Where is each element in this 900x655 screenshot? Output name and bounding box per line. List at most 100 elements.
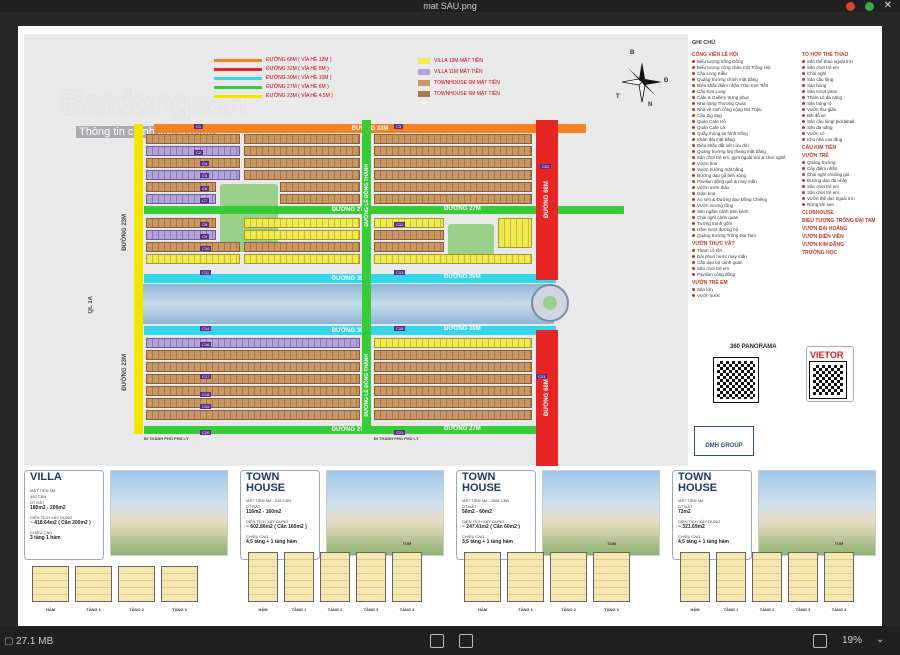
card-spec: 56m2 - 60m2: [462, 509, 493, 515]
type-legend-item: TOWNHOUSE 6M MẶT TIỀN: [418, 78, 500, 89]
house-render-image: [326, 470, 444, 556]
road-30m-a: ĐƯỜNG 30M: [144, 274, 556, 283]
lot-block: [244, 230, 360, 240]
app-icon-2[interactable]: [864, 1, 874, 11]
card-spec: ~ 321.69m2: [678, 524, 705, 530]
legend-section-title: CLUBHOUSE: [802, 210, 834, 216]
card-spec: 492 CĂN: [30, 494, 47, 499]
card-spec: 3,5 tầng + 1 tầng hầm: [462, 539, 513, 545]
lot-block: [374, 410, 532, 420]
type-legend-label: TOWNHOUSE 5M MẶT TIỀN: [434, 91, 500, 97]
card-title: TOWN HOUSE: [246, 471, 286, 494]
type-legend-swatch: [418, 79, 430, 86]
zoom-level[interactable]: 19%: [842, 635, 862, 646]
actual-size-icon[interactable]: [459, 634, 473, 648]
floor-plan: [752, 552, 782, 602]
legend-column-2: TỔ HỢP THỂ THAO Sân thể thao ngoài trời Sâ…: [802, 50, 882, 257]
card-title: TOWN HOUSE: [678, 471, 718, 494]
title-bar: mat SAU.png ✕: [0, 0, 900, 12]
display-mode-icon[interactable]: [813, 634, 827, 648]
card-spec: ~ 602.86m2 ( Căn 160m2 ): [246, 524, 307, 530]
road-label-ql1a: QL 1A: [88, 296, 94, 314]
product-card: TOWN HOUSE MẶT TIỀN 4M - 2584 CĂN DT ĐẤT 56…: [456, 470, 664, 620]
road-23m: [134, 124, 143, 434]
floor-plan-label: TẦNG 1: [518, 607, 533, 612]
block-label: C5: [200, 173, 210, 178]
card-spec: 3 tầng 1 hầm: [30, 535, 61, 541]
qr-code-vietor: [809, 361, 847, 399]
file-size: 27.1 MB: [16, 636, 54, 647]
lot-block: [146, 350, 360, 360]
road-legend-swatch: [214, 68, 262, 71]
block-label: C23: [536, 374, 548, 379]
floor-plan: [320, 552, 350, 602]
lot-block: [280, 194, 360, 204]
road-label: ĐƯỜNG 68M: [544, 379, 550, 417]
floor-plan: [680, 552, 710, 602]
road-legend-item: ĐƯỜNG 30M ( VỈA HÈ 10M ): [214, 74, 333, 83]
lot-block: [146, 158, 240, 168]
lot-block: [374, 362, 532, 372]
road-legend-label: ĐƯỜNG 30M ( VỈA HÈ 10M ): [266, 75, 332, 81]
legend-section-title: TỔ HỢP THỂ THAO: [802, 52, 849, 58]
block-label: C17: [200, 374, 212, 379]
lot-block: [374, 386, 532, 396]
floor-plan-label: HẦM: [690, 607, 700, 612]
close-icon[interactable]: ✕: [884, 0, 892, 12]
chevron-down-icon[interactable]: ⌄: [876, 634, 884, 645]
floor-plan-label: TẦNG 1: [723, 607, 739, 612]
legend-item: Quảng trường Trống Đại Tam: [692, 233, 790, 239]
floor-plan: [507, 552, 544, 602]
master-plan-image: Batdongsan Thông tin chính xác liên tục …: [18, 26, 882, 626]
lot-block: [244, 170, 360, 180]
legend-panel: GHI CHÚ CÔNG VIÊN LỄ HỘI Biểu tượng trống…: [692, 40, 882, 298]
lot-block: [244, 158, 360, 168]
road-legend-label: ĐƯỜNG 27M ( VỈA HÈ 6M ): [266, 84, 329, 90]
road-legend-label: ĐƯỜNG 32M ( VỈA HÈ 5M ): [266, 66, 329, 72]
image-viewer[interactable]: Batdongsan Thông tin chính xác liên tục …: [0, 12, 900, 627]
road-68m-south: ĐƯỜNG 68M: [536, 330, 558, 466]
card-spec: MẶT TIỀN 9M: [30, 488, 56, 493]
canal: [142, 284, 554, 324]
floor-plan: [284, 552, 314, 602]
block-label: C7: [200, 198, 210, 203]
block-label: C21: [394, 430, 406, 435]
roundabout: [531, 284, 569, 322]
card-spec: ~ 247.41m2 ( Căn 60m2 ): [462, 524, 520, 530]
card-title: TOWN HOUSE: [462, 471, 502, 494]
lot-block: [146, 146, 240, 156]
road-legend-label: ĐƯỜNG 23M ( VỈA HÈ 4,5M ): [266, 93, 333, 99]
road-label-30m-d: ĐƯỜNG 30M: [444, 326, 481, 332]
lot-block: [374, 374, 532, 384]
type-legend-swatch: [418, 57, 430, 64]
panorama-label: 360 PANORAMA: [730, 344, 777, 350]
lot-block: [146, 170, 240, 180]
floor-plan-label: TẦNG 2: [327, 607, 343, 612]
road-legend-swatch: [214, 77, 262, 80]
lot-block: [374, 242, 444, 252]
road-legend-swatch: [214, 95, 262, 98]
block-label: C14: [200, 326, 212, 331]
legend-item: Vườn nước: [692, 293, 790, 299]
floor-plan-label: TẦNG 2: [129, 607, 144, 612]
road-legend-item: ĐƯỜNG 27M ( VỈA HÈ 6M ): [214, 83, 333, 92]
legend-section-title: CẦU KIM TIỀN: [802, 145, 837, 151]
block-label: C3: [394, 124, 404, 129]
app-icon[interactable]: [845, 1, 855, 11]
lot-block: [244, 218, 360, 228]
card-spec: 116m2 - 160m2: [246, 509, 282, 515]
tum-label: TUM: [834, 541, 844, 546]
block-label: C9: [200, 234, 210, 239]
type-legend: VILLA 13M MẶT TIỀN VILLA 11M MẶT TIỀN TOWN…: [418, 56, 500, 100]
floor-plan: [716, 552, 746, 602]
legend-section-title: VƯỜN ĐẠI HOÀNG: [802, 226, 848, 232]
lot-block: [146, 362, 360, 372]
card-spec: 4,5 tầng + 1 tầng hầm: [246, 539, 297, 545]
lot-block: [146, 398, 360, 408]
fit-to-window-icon[interactable]: [430, 634, 444, 648]
lot-block: [374, 182, 532, 192]
block-label: C22: [540, 164, 552, 169]
vietor-logo: VIETOR: [810, 350, 844, 360]
lot-block: [280, 182, 360, 192]
card-spec: ~ 418.64m2 ( Căn 200m2 ): [30, 520, 91, 526]
